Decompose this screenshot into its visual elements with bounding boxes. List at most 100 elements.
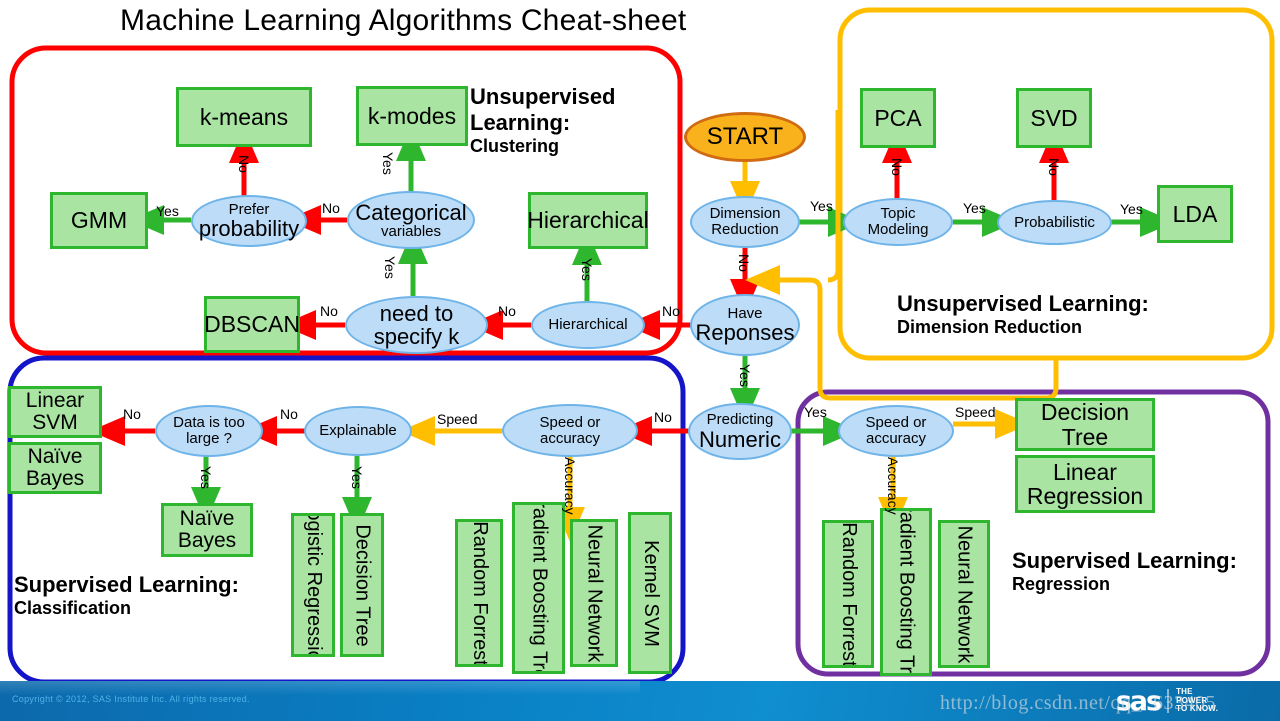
algorithm-gradient-boosting-classification[interactable]: Gradient Boosting Tree <box>512 502 565 674</box>
edge-label-needk-yes: Yes <box>382 256 398 279</box>
edge-label-categorical-no: No <box>322 200 340 216</box>
neural-network-cls-label: Neural Network <box>583 524 606 662</box>
edge-label-prefer-yes: Yes <box>156 203 179 219</box>
topic-modeling-line2: Modeling <box>867 221 929 238</box>
clustering-caption3: Clustering <box>470 135 560 156</box>
algorithm-kernel-svm[interactable]: Kernel SVM <box>628 512 672 674</box>
logistic-regression-label: Logistic Regression <box>302 513 325 657</box>
algorithm-pca[interactable]: PCA <box>860 88 936 148</box>
explainable-label: Explainable <box>319 422 397 440</box>
lda-label: LDA <box>1172 200 1218 227</box>
cheatsheet-canvas: Machine Learning Algorithms Cheat-sheet … <box>0 0 1280 721</box>
linear-regression-label: Linear Regression <box>1026 458 1144 509</box>
edge-label-dr-no: No <box>736 254 752 272</box>
algorithm-k-means[interactable]: k-means <box>176 87 312 147</box>
kernel-svm-label: Kernel SVM <box>639 539 662 647</box>
decision-need-specify-k[interactable]: need to specify k <box>345 296 488 354</box>
algorithm-random-forrest-regression[interactable]: Random Forrest <box>822 520 874 668</box>
edge-label-datalarge-yes: Yes <box>198 466 214 489</box>
start-node[interactable]: START <box>684 112 806 162</box>
algorithm-gmm[interactable]: GMM <box>50 192 148 249</box>
group-caption-regression: Supervised Learning: Regression <box>1012 548 1237 595</box>
algorithm-k-modes[interactable]: k-modes <box>356 86 468 146</box>
speed-acc-cls-line2: accuracy <box>539 429 601 447</box>
speed-acc-reg-line2: accuracy <box>865 430 927 447</box>
classification-caption1: Supervised Learning: <box>14 572 239 597</box>
probabilistic-label: Probabilistic <box>1014 213 1095 231</box>
decision-probabilistic[interactable]: Probabilistic <box>997 200 1112 245</box>
decision-predicting-numeric[interactable]: Predicting Numeric <box>688 403 792 460</box>
data-too-large-line1: Data is too <box>173 414 245 432</box>
hierarchical-ell-label: Hierarchical <box>548 316 628 334</box>
edge-label-numeric-no: No <box>654 409 672 425</box>
group-caption-classification: Supervised Learning: Classification <box>14 572 239 619</box>
algorithm-random-forrest-classification[interactable]: Random Forrest <box>455 519 503 667</box>
decision-topic-modeling[interactable]: Topic Modeling <box>843 198 953 246</box>
algorithm-linear-svm[interactable]: Linear SVM <box>8 386 102 438</box>
naive-bayes-mid-label: Naïve Bayes <box>177 506 237 552</box>
decision-dimension-reduction[interactable]: Dimension Reduction <box>690 196 800 248</box>
speed-acc-cls-line1: Speed or <box>539 413 601 431</box>
svd-label: SVD <box>1030 104 1078 131</box>
edge-label-prefer-no: No <box>236 155 252 173</box>
categorical-line2: variables <box>380 222 442 240</box>
edge-label-needk-no: No <box>320 303 338 319</box>
algorithm-dbscan[interactable]: DBSCAN <box>204 296 300 353</box>
edge-feedback-riser <box>827 110 841 283</box>
random-forrest-reg-label: Random Forrest <box>837 521 860 667</box>
algorithm-decision-tree-classification[interactable]: Decision Tree <box>340 513 384 657</box>
edge-label-tm-yes: Yes <box>963 200 986 216</box>
footer-sheen <box>0 681 640 695</box>
algorithm-neural-network-regression[interactable]: Neural Network <box>938 520 990 668</box>
edge-label-explainable-no: No <box>280 406 298 422</box>
decision-hierarchical[interactable]: Hierarchical <box>531 301 645 349</box>
clustering-caption1: Unsupervised <box>470 84 616 109</box>
edge-label-speedcls-accuracy: Accuracy <box>562 457 578 515</box>
decision-have-responses[interactable]: Have Reponses <box>690 294 800 356</box>
prefer-probability-line2: probability <box>198 216 300 242</box>
have-responses-line2: Reponses <box>695 320 795 346</box>
gmm-label: GMM <box>70 207 128 234</box>
dimension-reduction-line2: Reduction <box>711 221 779 238</box>
decision-data-too-large[interactable]: Data is too large ? <box>155 405 263 457</box>
decision-tree-reg-label: Decision Tree <box>1040 399 1130 450</box>
need-k-line1: need to <box>379 300 454 326</box>
speed-acc-reg-line1: Speed or <box>865 414 927 432</box>
algorithm-lda[interactable]: LDA <box>1157 185 1233 243</box>
decision-explainable[interactable]: Explainable <box>304 406 412 456</box>
edge-label-datalarge-no: No <box>123 406 141 422</box>
edge-label-speedcls-speed: Speed <box>437 411 478 427</box>
page-title: Machine Learning Algorithms Cheat-sheet <box>120 4 687 37</box>
edge-label-categorical-yes: Yes <box>380 152 396 175</box>
need-k-line2: specify k <box>373 324 460 349</box>
dimension-caption2: Dimension Reduction <box>897 316 1083 337</box>
topic-modeling-line1: Topic <box>880 205 916 223</box>
decision-prefer-probability[interactable]: Prefer probability <box>191 195 307 247</box>
algorithm-logistic-regression[interactable]: Logistic Regression <box>291 513 335 657</box>
decision-speed-accuracy-regression[interactable]: Speed or accuracy <box>838 405 954 457</box>
hierarchical-box-label: Hierarchical <box>527 207 649 234</box>
neural-network-reg-label: Neural Network <box>953 525 976 663</box>
algorithm-decision-tree-regression[interactable]: Decision Tree <box>1015 398 1155 451</box>
algorithm-neural-network-classification[interactable]: Neural Network <box>570 519 618 667</box>
pca-label: PCA <box>874 104 922 131</box>
have-responses-line1: Have <box>727 304 763 322</box>
algorithm-gradient-boosting-regression[interactable]: Gradient Boosting Tree <box>880 508 932 676</box>
classification-caption2: Classification <box>14 597 132 618</box>
edge-label-dr-yes: Yes <box>810 198 833 214</box>
edge-label-responses-yes: Yes <box>737 364 753 387</box>
edge-label-explainable-yes: Yes <box>349 466 365 489</box>
linear-svm-label: Linear SVM <box>25 388 85 434</box>
algorithm-hierarchical[interactable]: Hierarchical <box>527 192 649 249</box>
edge-label-prob-yes: Yes <box>1120 201 1143 217</box>
algorithm-svd[interactable]: SVD <box>1016 88 1092 148</box>
decision-speed-accuracy-classification[interactable]: Speed or accuracy <box>502 404 638 457</box>
categorical-line1: Categorical <box>355 199 467 225</box>
algorithm-linear-regression[interactable]: Linear Regression <box>1015 455 1155 513</box>
group-caption-dimension: Unsupervised Learning: Dimension Reducti… <box>897 291 1149 338</box>
algorithm-naive-bayes-left[interactable]: Naïve Bayes <box>8 442 102 494</box>
k-means-label: k-means <box>199 103 289 130</box>
decision-categorical-variables[interactable]: Categorical variables <box>347 191 475 249</box>
algorithm-naive-bayes-mid[interactable]: Naïve Bayes <box>161 503 253 557</box>
watermark-url: http://blog.csdn.net/qq_..633405 <box>940 692 1216 714</box>
